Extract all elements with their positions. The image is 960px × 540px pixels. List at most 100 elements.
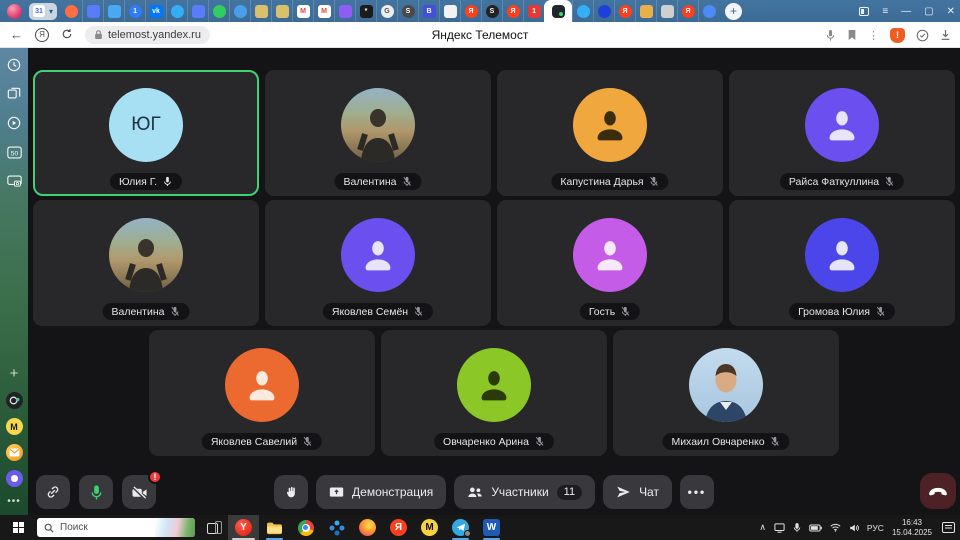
tab-favicon[interactable]: G <box>376 0 397 22</box>
tray-battery-icon[interactable] <box>809 524 822 532</box>
tab-favicon[interactable]: M <box>292 0 313 22</box>
participant-tile[interactable]: Овчаренко Арина <box>381 330 607 456</box>
tab-favicon[interactable]: 1 <box>523 0 544 22</box>
taskbar-app-telegram[interactable] <box>445 515 476 540</box>
tab-favicon[interactable]: M <box>313 0 334 22</box>
task-view-icon[interactable] <box>207 521 222 534</box>
taskbar-app-explorer[interactable] <box>259 515 290 540</box>
sidebar-more-icon[interactable]: ••• <box>7 496 21 507</box>
reload-button[interactable] <box>61 28 73 42</box>
tab-favicon[interactable] <box>572 0 593 22</box>
tab-favicon[interactable] <box>698 0 719 22</box>
taskbar-app-yandex-browser[interactable]: Y <box>228 515 259 540</box>
counter-50-badge[interactable]: 50 <box>6 144 22 160</box>
tab-favicon[interactable]: S <box>397 0 418 22</box>
tab-favicon[interactable] <box>82 0 103 22</box>
participant-tile[interactable]: Валентина <box>33 200 259 326</box>
taskbar-clock[interactable]: 16:43 15.04.2025 <box>892 518 932 538</box>
tab-favicon[interactable]: Я <box>460 0 481 22</box>
participant-tile[interactable]: Громова Юлия <box>729 200 955 326</box>
camera-button[interactable]: ! <box>122 475 156 509</box>
participant-tile[interactable]: Райса Фаткуллина <box>729 70 955 196</box>
end-call-button[interactable] <box>920 473 956 509</box>
tab-favicon[interactable] <box>593 0 614 22</box>
raise-hand-button[interactable] <box>274 475 308 509</box>
microphone-button[interactable] <box>79 475 113 509</box>
more-options-button[interactable]: ••• <box>680 475 714 509</box>
participants-button[interactable]: Участники 11 <box>454 475 595 509</box>
tab-favicon[interactable]: 1 <box>124 0 145 22</box>
tab-favicon[interactable] <box>103 0 124 22</box>
tab-favicon[interactable] <box>635 0 656 22</box>
participant-tile[interactable]: Гость <box>497 200 723 326</box>
taskbar-app-m-app[interactable]: M <box>414 515 445 540</box>
taskbar-app-firefox[interactable] <box>352 515 383 540</box>
tab-favicon[interactable] <box>166 0 187 22</box>
tab-favicon[interactable] <box>334 0 355 22</box>
tab-calendar[interactable]: 31 ▾ <box>29 3 57 20</box>
mic-permission-icon[interactable] <box>825 29 836 42</box>
tab-favicon[interactable] <box>61 0 82 22</box>
chat-button[interactable]: Чат <box>603 475 672 509</box>
extensions-dots-icon[interactable]: ⋮ <box>868 29 879 42</box>
profile-icon[interactable]: Я <box>35 28 49 42</box>
download-icon[interactable] <box>940 29 951 41</box>
tab-favicon[interactable] <box>271 0 292 22</box>
chevron-down-icon[interactable]: ▾ <box>49 7 53 16</box>
back-button[interactable]: ← <box>10 28 23 41</box>
browser-menu-lines-icon[interactable]: ≡ <box>882 6 888 17</box>
video-icon[interactable] <box>6 115 22 131</box>
tab-favicon[interactable] <box>439 0 460 22</box>
tab-favicon[interactable]: Я <box>502 0 523 22</box>
screencast-icon[interactable] <box>6 173 22 189</box>
tab-favicon[interactable] <box>250 0 271 22</box>
tab-favicon[interactable]: * <box>355 0 376 22</box>
tab-favicon[interactable] <box>229 0 250 22</box>
screen-share-button[interactable]: Демонстрация <box>316 475 446 509</box>
copy-link-button[interactable] <box>36 475 70 509</box>
browser-menu-icon[interactable] <box>7 4 22 19</box>
participant-tile[interactable]: Михаил Овчаренко <box>613 330 839 456</box>
tab-telemost-active[interactable] <box>544 0 572 22</box>
participant-tile[interactable]: Валентина <box>265 70 491 196</box>
taskbar-app-word[interactable]: W <box>476 515 507 540</box>
telemost-app-icon[interactable] <box>6 392 23 409</box>
taskbar-app-yandex[interactable]: Я <box>383 515 414 540</box>
tray-wifi-icon[interactable] <box>830 523 841 532</box>
participant-tile[interactable]: Яковлев Семён <box>265 200 491 326</box>
alice-app-icon[interactable] <box>6 470 23 487</box>
tab-favicon[interactable]: S <box>481 0 502 22</box>
collections-icon[interactable] <box>6 86 22 102</box>
participant-tile[interactable]: ЮГЮлия Г. <box>33 70 259 196</box>
tab-favicon[interactable]: Я <box>677 0 698 22</box>
protect-warning-icon[interactable]: ! <box>890 28 905 43</box>
tray-volume-icon[interactable] <box>849 523 859 533</box>
tab-favicon[interactable] <box>208 0 229 22</box>
taskbar-app-blue-app[interactable] <box>321 515 352 540</box>
participant-tile[interactable]: Капустина Дарья <box>497 70 723 196</box>
language-indicator[interactable]: РУС <box>867 523 884 533</box>
tray-chevron-icon[interactable]: ∧ <box>759 522 766 533</box>
add-app-icon[interactable]: + <box>10 365 19 382</box>
address-bar[interactable]: telemost.yandex.ru <box>85 26 210 44</box>
start-button[interactable] <box>5 515 31 540</box>
minimize-button[interactable]: — <box>901 6 911 17</box>
tray-device-icon[interactable] <box>774 523 785 533</box>
close-button[interactable]: ✕ <box>947 6 955 17</box>
maximize-button[interactable]: ▢ <box>924 6 933 17</box>
tab-favicon[interactable] <box>656 0 677 22</box>
mail-app-icon[interactable] <box>6 444 23 461</box>
side-panel-icon[interactable] <box>859 7 869 16</box>
tray-mic-icon[interactable] <box>793 522 801 533</box>
tab-favicon[interactable]: vk <box>145 0 166 22</box>
taskbar-app-chrome[interactable] <box>290 515 321 540</box>
tab-favicon[interactable]: B <box>418 0 439 22</box>
tab-favicon[interactable] <box>187 0 208 22</box>
bookmark-icon[interactable] <box>847 29 857 41</box>
m-app-icon[interactable]: M <box>6 418 23 435</box>
tab-favicon[interactable]: Я <box>614 0 635 22</box>
new-tab-button[interactable]: + <box>725 3 742 20</box>
notification-center-icon[interactable] <box>942 522 955 533</box>
taskbar-search[interactable]: Поиск <box>37 518 195 537</box>
history-icon[interactable] <box>6 57 22 73</box>
